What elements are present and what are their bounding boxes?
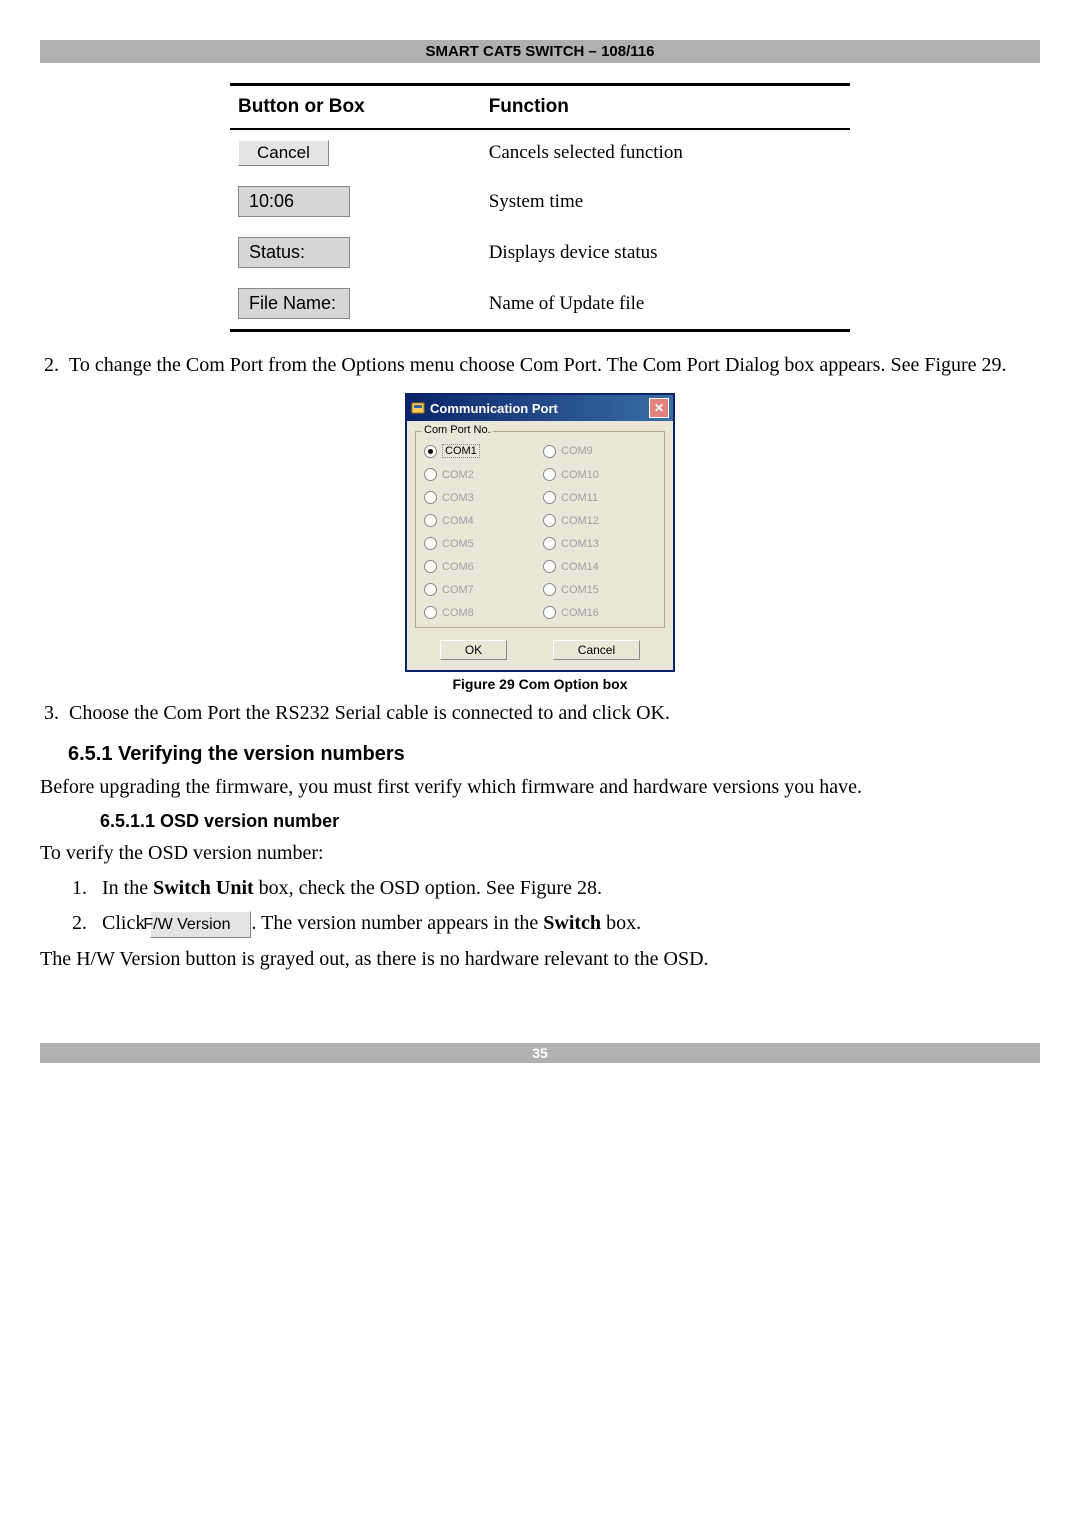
radio-com8[interactable]: COM8: [424, 606, 537, 619]
radio-com15[interactable]: COM15: [543, 583, 656, 596]
radio-icon: [543, 514, 556, 527]
dialog-titlebar: Communication Port ✕: [407, 395, 673, 421]
section-heading-6511: 6.5.1.1 OSD version number: [100, 811, 1040, 832]
radio-label: COM6: [442, 561, 474, 573]
table-row: Status: Displays device status: [230, 227, 850, 278]
cell-desc: System time: [481, 176, 850, 227]
cell-desc: Name of Update file: [481, 278, 850, 331]
radio-com2[interactable]: COM2: [424, 468, 537, 481]
fw-version-button[interactable]: F/W Version: [150, 911, 251, 939]
table-row: 10:06 System time: [230, 176, 850, 227]
communication-port-dialog: Communication Port ✕ Com Port No. COM1 CO…: [405, 393, 675, 672]
radio-com16[interactable]: COM16: [543, 606, 656, 619]
radio-label: COM11: [561, 492, 598, 504]
radio-com7[interactable]: COM7: [424, 583, 537, 596]
radio-com6[interactable]: COM6: [424, 560, 537, 573]
radio-label: COM15: [561, 584, 599, 596]
page-footer: 35: [40, 1043, 1040, 1063]
radio-label: COM8: [442, 607, 474, 619]
radio-com13[interactable]: COM13: [543, 537, 656, 550]
radio-icon: [543, 560, 556, 573]
col-header-button: Button or Box: [230, 85, 481, 130]
radio-icon: [424, 560, 437, 573]
radio-com12[interactable]: COM12: [543, 514, 656, 527]
radio-icon: [424, 468, 437, 481]
radio-com3[interactable]: COM3: [424, 491, 537, 504]
radio-label: COM3: [442, 492, 474, 504]
radio-label: COM10: [561, 469, 599, 481]
radio-label: COM5: [442, 538, 474, 550]
radio-icon: [424, 537, 437, 550]
dialog-icon: [411, 401, 425, 415]
cell-desc: Cancels selected function: [481, 129, 850, 176]
close-icon[interactable]: ✕: [649, 398, 669, 418]
radio-com1[interactable]: COM1: [424, 444, 537, 458]
radio-icon: [543, 491, 556, 504]
ok-button[interactable]: OK: [440, 640, 507, 660]
radio-icon: [424, 583, 437, 596]
radio-icon: [543, 445, 556, 458]
radio-label: COM13: [561, 538, 599, 550]
section-6511-intro: To verify the OSD version number:: [40, 840, 1040, 867]
radio-icon: [424, 491, 437, 504]
radio-com5[interactable]: COM5: [424, 537, 537, 550]
radio-icon: [424, 606, 437, 619]
radio-label: COM12: [561, 515, 599, 527]
radio-icon: [424, 514, 437, 527]
radio-icon: [543, 583, 556, 596]
group-label: Com Port No.: [422, 424, 493, 436]
table-row: Cancel Cancels selected function: [230, 129, 850, 176]
radio-label: COM4: [442, 515, 474, 527]
cell-desc: Displays device status: [481, 227, 850, 278]
radio-label: COM9: [561, 445, 593, 457]
radio-com14[interactable]: COM14: [543, 560, 656, 573]
radio-icon: [543, 606, 556, 619]
radio-label: COM14: [561, 561, 599, 573]
com-port-groupbox: Com Port No. COM1COM9COM2COM10COM3COM11C…: [415, 431, 665, 628]
status-box: Status:: [238, 237, 350, 268]
osd-step-1: 1. In the Switch Unit box, check the OSD…: [100, 875, 1040, 902]
radio-com11[interactable]: COM11: [543, 491, 656, 504]
section-heading-651: 6.5.1 Verifying the version numbers: [68, 743, 1040, 766]
radio-com9[interactable]: COM9: [543, 444, 656, 458]
radio-com4[interactable]: COM4: [424, 514, 537, 527]
cancel-dialog-button[interactable]: Cancel: [553, 640, 640, 660]
radio-label: COM2: [442, 469, 474, 481]
button-function-table: Button or Box Function Cancel Cancels se…: [230, 83, 850, 332]
filename-box: File Name:: [238, 288, 350, 319]
radio-icon: [543, 537, 556, 550]
cancel-button[interactable]: Cancel: [238, 140, 329, 166]
table-row: File Name: Name of Update file: [230, 278, 850, 331]
col-header-function: Function: [481, 85, 850, 130]
radio-label: COM1: [442, 444, 480, 458]
radio-icon: [424, 445, 437, 458]
step-2: 2. To change the Com Port from the Optio…: [40, 352, 1040, 379]
page-header: SMART CAT5 SWITCH – 108/116: [40, 40, 1040, 63]
radio-label: COM7: [442, 584, 474, 596]
radio-icon: [543, 468, 556, 481]
hw-note: The H/W Version button is grayed out, as…: [40, 946, 1040, 973]
radio-label: COM16: [561, 607, 599, 619]
osd-step-2: 2. Click F/W Version. The version number…: [100, 910, 1040, 938]
step-3: 3. Choose the Com Port the RS232 Serial …: [40, 700, 1040, 727]
section-651-body: Before upgrading the firmware, you must …: [40, 774, 1040, 801]
figure-caption: Figure 29 Com Option box: [40, 676, 1040, 692]
time-box: 10:06: [238, 186, 350, 217]
dialog-title: Communication Port: [430, 401, 649, 416]
radio-com10[interactable]: COM10: [543, 468, 656, 481]
